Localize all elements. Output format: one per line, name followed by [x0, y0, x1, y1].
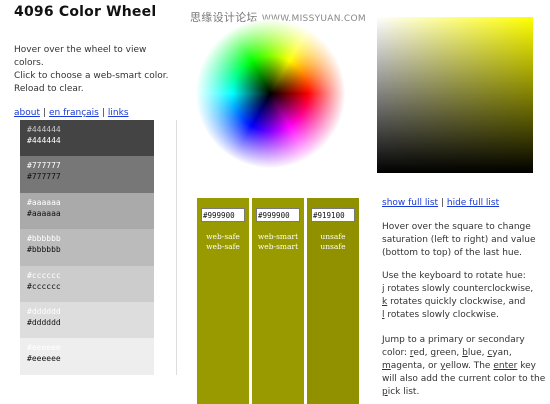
help-square-text: Hover over the square to change saturati… [382, 222, 536, 258]
link-separator: | [101, 108, 105, 118]
francais-link[interactable]: en français [49, 108, 99, 118]
color-wheel[interactable] [195, 18, 345, 168]
pick-list-item[interactable]: web-safe web-safe [197, 198, 249, 404]
key-g-rest: reen, [436, 348, 463, 358]
help-jump-text: Jump to a primary or secondary color: re… [382, 334, 548, 399]
pick-label-line1: web-safe [206, 232, 240, 241]
swatch-6[interactable]: #eeeeee #eeeeee [20, 338, 154, 375]
swatch-5[interactable]: #dddddd #dddddd [20, 301, 154, 339]
swatch-top-label: #cccccc [27, 270, 61, 280]
swatch-list: #444444 #444444 #777777 #777777 #aaaaaa #aa… [20, 120, 154, 375]
show-full-list-link[interactable]: show full list [382, 198, 438, 208]
key-m-rest: agenta, or [390, 361, 441, 371]
swatch-bottom-label: #444444 [27, 136, 61, 145]
pick-label-line1: unsafe [320, 232, 346, 241]
saturation-value-square[interactable] [377, 17, 533, 173]
swatch-bottom-label: #eeeeee [27, 354, 61, 364]
swatch-0[interactable]: #444444 #444444 [20, 120, 154, 157]
swatch-4[interactable]: #cccccc #cccccc [20, 265, 154, 302]
page-title: 4096 Color Wheel [14, 4, 157, 20]
hide-full-list-link[interactable]: hide full list [447, 198, 499, 208]
help-keyboard-intro: Use the keyboard to rotate hue: [382, 271, 526, 281]
links-link[interactable]: links [108, 108, 129, 118]
top-links: about | en français | links [14, 108, 129, 118]
swatch-bottom-label: #777777 [27, 172, 61, 182]
swatch-top-label: #aaaaaa [27, 197, 61, 207]
pick-list-item[interactable]: unsafe unsafe [307, 198, 359, 404]
pick-color-field[interactable] [201, 208, 245, 222]
pick-label-line2: web-smart [257, 242, 299, 251]
key-r-rest: ed, [413, 348, 431, 358]
key-enter: enter [493, 361, 518, 371]
swatch-top-label: #444444 [27, 125, 61, 134]
swatch-top-label: #bbbbbb [27, 234, 61, 244]
link-separator: | [440, 198, 444, 208]
swatch-2[interactable]: #aaaaaa #aaaaaa [20, 192, 154, 230]
swatch-bottom-label: #bbbbbb [27, 245, 61, 255]
help-keyboard-text: Use the keyboard to rotate hue: j rotate… [382, 270, 548, 322]
swatch-bottom-label: #cccccc [27, 281, 61, 291]
key-m: m [382, 361, 391, 371]
intro-line-4: Reload to clear. [14, 84, 84, 94]
pick-color-field[interactable] [256, 208, 300, 222]
key-k-desc: rotates quickly clockwise, and [387, 297, 526, 307]
pick-label-line2: unsafe [320, 242, 346, 251]
key-c-rest: yan, [492, 348, 512, 358]
pick-list-item[interactable]: web-smart web-smart [252, 198, 304, 404]
swatch-1[interactable]: #777777 #777777 [20, 156, 154, 193]
pick-label-line1: web-smart [257, 232, 299, 241]
key-b-rest: lue, [467, 348, 488, 358]
swatch-top-label: #dddddd [27, 306, 61, 316]
intro-line-1: Hover over the wheel to view [14, 45, 147, 55]
pick-label-line2: web-safe [206, 242, 240, 251]
pick-list: web-safe web-safe web-smart web-smart un… [197, 198, 361, 404]
key-y-rest: ellow. The [445, 361, 494, 371]
about-link[interactable]: about [14, 108, 40, 118]
key-l-desc: rotates slowly clockwise. [384, 310, 499, 320]
link-separator: | [42, 108, 47, 118]
column-divider [176, 120, 177, 375]
swatch-bottom-label: #aaaaaa [27, 208, 61, 218]
swatch-top-label: #777777 [27, 161, 61, 171]
intro-line-3: Click to choose a web-smart color. [14, 71, 169, 81]
swatch-3[interactable]: #bbbbbb #bbbbbb [20, 229, 154, 266]
swatch-bottom-label: #dddddd [27, 317, 61, 327]
pick-color-field[interactable] [311, 208, 355, 222]
swatch-top-label: #eeeeee [27, 343, 61, 353]
full-list-links: show full list | hide full list [382, 198, 499, 208]
key-j-desc: rotates slowly counterclockwise, [384, 284, 534, 294]
intro-line-2: colors. [14, 58, 44, 68]
key-p-rest: ick list. [387, 387, 420, 397]
